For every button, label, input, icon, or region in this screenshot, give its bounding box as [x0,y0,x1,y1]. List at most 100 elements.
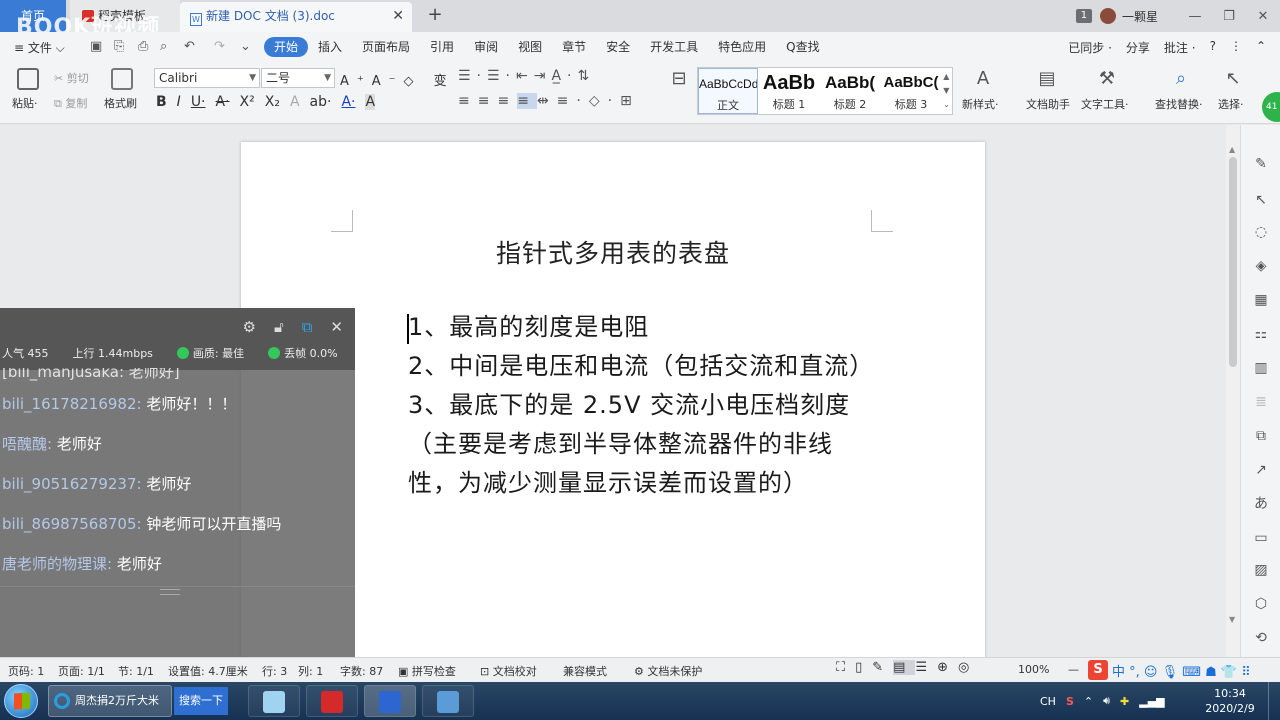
doc-assistant-button[interactable]: 文档助手 [1026,96,1070,112]
file-menu[interactable]: ≡ 文件 ⌵ [14,39,65,56]
comment-button[interactable]: 批注 · [1164,39,1196,56]
tab-insert[interactable]: 插入 [308,37,352,57]
window-count-badge[interactable]: 1 [1075,9,1092,23]
select-icon[interactable]: ↖ [1222,68,1244,90]
font-color-icon[interactable]: A· [341,94,355,110]
new-tab-button[interactable]: + [424,0,446,32]
archive-tool-icon[interactable]: ▭ [1252,529,1270,547]
help-icon[interactable]: ? [1210,39,1216,56]
select-button[interactable]: 选择· [1218,96,1244,112]
font-name-select[interactable]: Calibri ▼ [154,68,260,88]
taskbar-ie-window[interactable]: 周杰捐2万斤大米 [48,685,172,717]
status-section[interactable]: 节: 1/1 [118,663,154,679]
find-replace-button[interactable]: 查找替换· [1155,96,1203,112]
volume-icon[interactable]: 🔊︎ [1103,694,1110,708]
paragraph-settings-icon[interactable]: ⊟ [668,68,690,90]
paragraph-3[interactable]: 3、最底下的是 2.5V 交流小电压档刻度（主要是考虑到半导体整流器件的非线性，… [408,386,874,503]
start-button[interactable] [4,684,38,718]
style-normal[interactable]: AaBbCcDd 正文 [698,68,758,114]
redo-icon[interactable]: ↷ [214,39,225,54]
settings-icon[interactable]: ⚙ [243,318,256,336]
share-tool-icon[interactable]: ↗ [1252,461,1270,479]
taskbar-image-app[interactable] [422,685,474,717]
font-size-select[interactable]: 二号 ▼ [261,68,335,88]
scrollbar-thumb[interactable] [1229,157,1237,367]
close-tab-icon[interactable]: ✕ [392,2,404,30]
restore-button[interactable]: ❐ [1212,9,1246,24]
show-desktop-button[interactable] [1268,682,1280,720]
share-button[interactable]: 分享 [1126,39,1150,56]
style-heading-3[interactable]: AaBbC( 标题 3 [881,68,941,114]
minimize-button[interactable]: — [1178,9,1212,24]
ime-mode-icon[interactable]: 中 °, ☺ 🎙︎ ⌨ ☗ 👕 ⠿ [1112,661,1251,680]
zoom-out-button[interactable]: — [1068,663,1079,676]
text-tools-icon[interactable]: ⚒ [1096,68,1118,90]
find-replace-icon[interactable]: ⌕ [1170,68,1192,90]
taskbar-wps-app[interactable] [364,685,416,717]
sogou-tray-icon[interactable]: S [1066,695,1074,708]
cut-button[interactable]: ✂ 剪切 [54,70,89,86]
pen-tool-icon[interactable]: ✎ [1252,155,1270,173]
tab-review[interactable]: 审阅 [464,37,508,57]
collapse-ribbon-icon[interactable]: ⌃ [1256,39,1266,56]
status-page-no[interactable]: 页码: 1 [8,663,44,679]
language-indicator[interactable]: CH [1040,695,1056,708]
protect-status[interactable]: ⚙ 文档未保护 [634,663,702,679]
search-command[interactable]: Q查找 [776,37,829,57]
shape-tool-icon[interactable]: ◌ [1252,223,1270,241]
status-row[interactable]: 行: 3 [262,663,287,679]
highlight-icon[interactable]: ab· [310,94,332,110]
zoom-level[interactable]: 100% [1018,663,1049,676]
format-painter-button[interactable]: 格式刷 [104,95,137,111]
user-name[interactable]: 一颗星 [1122,8,1158,25]
vertical-scrollbar[interactable]: ▲ ▼ [1226,125,1240,657]
document-body[interactable]: 1、最高的刻度是电阻 2、中间是电压和电流（包括交流和直流） 3、最底下的是 2… [408,308,874,503]
close-icon[interactable]: ✕ [330,318,343,336]
print-preview-icon[interactable]: ⌕ [160,39,167,54]
tab-start[interactable]: 开始 [264,37,309,57]
status-setting[interactable]: 设置值: 4.7厘米 [168,663,248,679]
list-indent-tools[interactable]: ☰·☰·⇤⇥A̲·⇅ [458,68,595,84]
tab-security[interactable]: 安全 [596,37,640,57]
style-heading-1[interactable]: AaBb 标题 1 [759,68,819,114]
new-style-button[interactable]: 新样式· [962,96,999,112]
history-tool-icon[interactable]: ⟲ [1252,629,1270,647]
chart-tool-icon[interactable]: ▥ [1252,359,1270,377]
customize-quick-access-icon[interactable]: ⌄ [240,39,251,54]
more-icon[interactable]: ⋮ [1230,39,1242,56]
sogou-ime-icon[interactable]: S [1088,660,1108,680]
table-tool-icon[interactable]: ▦ [1252,291,1270,309]
lock-icon[interactable]: 🔓︎ [274,318,284,336]
network-icon[interactable]: ▂▄▆ [1139,695,1164,708]
apps-tool-icon[interactable]: ⚏ [1252,325,1270,343]
taskbar-red-app[interactable] [306,685,358,717]
new-style-icon[interactable]: A [972,68,994,90]
tray-expand-icon[interactable]: ⌃ [1084,695,1093,708]
clear-format-icon[interactable]: A [290,94,300,110]
cursor-tool-icon[interactable]: ↖ [1252,191,1270,209]
system-clock[interactable]: 10:34 2020/2/9 [1200,686,1260,716]
sync-status[interactable]: 已同步 · [1068,39,1112,56]
status-word-count[interactable]: 字数: 87 [340,663,383,679]
document-title[interactable]: 指针式多用表的表盘 [241,234,985,270]
save-icon[interactable]: ▣ [90,39,102,54]
popout-icon[interactable]: ⧉ [302,318,313,336]
bold-icon[interactable]: B [156,94,167,110]
format-painter-icon[interactable] [111,68,133,90]
underline-icon[interactable]: U· [191,94,206,110]
font-size-adjust[interactable]: A⁺A⁻◇ 变 [340,70,455,89]
backup-tool-icon[interactable]: ⬡ [1252,595,1270,613]
alignment-tools[interactable]: ≡≡≡≡⇹≡·◇·⊞ [458,93,640,109]
tab-page-layout[interactable]: 页面布局 [352,37,420,57]
taskbar-search-button[interactable]: 搜索一下 [174,687,228,715]
strikethrough-icon[interactable]: A· [216,94,230,110]
doc-assistant-icon[interactable]: ▤ [1036,68,1058,90]
translate-tool-icon[interactable]: あ [1252,495,1270,513]
copy-button[interactable]: ⧉ 复制 [54,95,87,111]
taskbar-live-app[interactable] [248,685,300,717]
italic-icon[interactable]: I [177,94,181,110]
status-col[interactable]: 列: 1 [298,663,323,679]
export-pdf-icon[interactable]: ⎘ [114,39,124,54]
status-pages[interactable]: 页面: 1/1 [58,663,105,679]
spell-check-button[interactable]: ▣ 拼写检查 [398,663,456,679]
